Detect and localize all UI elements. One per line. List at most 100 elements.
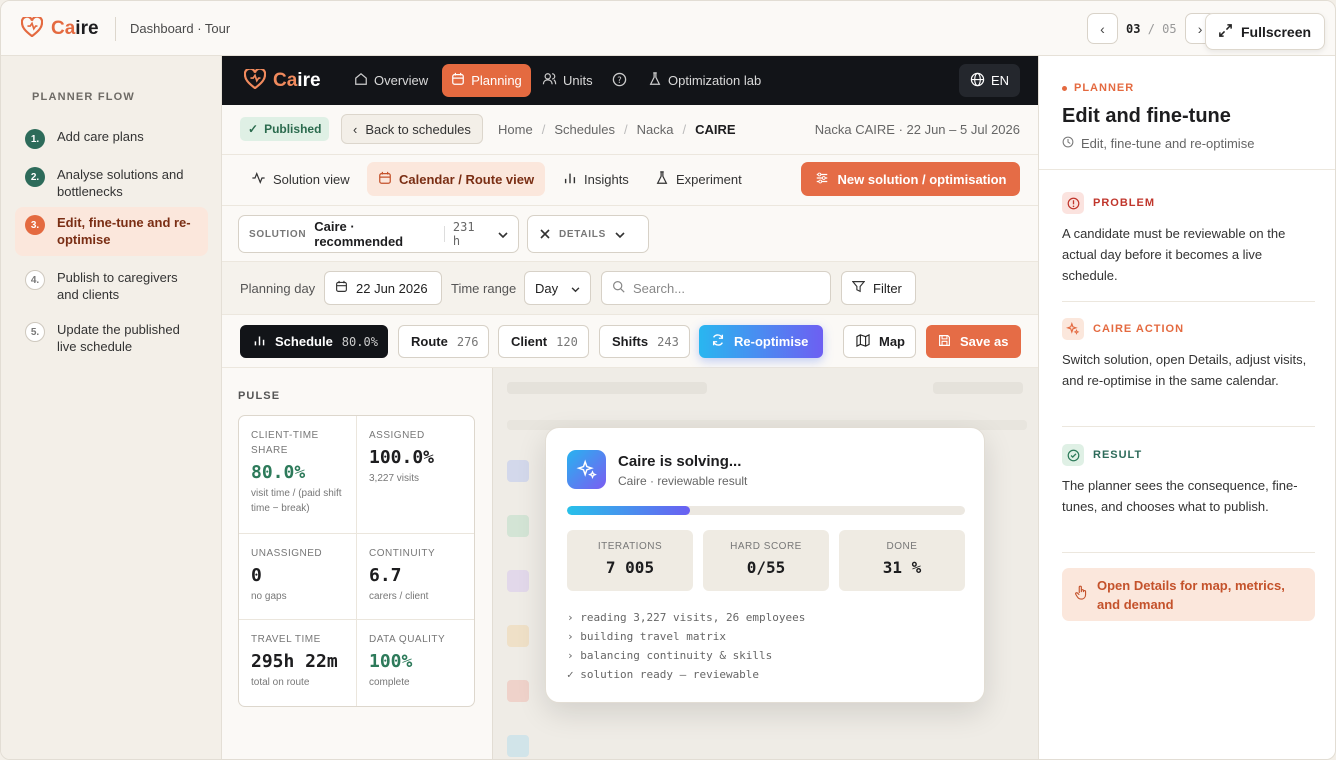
back-label: Back to schedules	[365, 121, 471, 137]
app-logo[interactable]: Caire	[243, 67, 321, 92]
stat-hard-score: HARD SCORE 0/55	[703, 530, 829, 591]
calendar-icon	[335, 280, 348, 296]
view-tabs: Solution view Calendar / Route view Insi…	[222, 155, 1038, 206]
client-button[interactable]: Client 120	[498, 325, 589, 358]
metric-label: ASSIGNED	[369, 430, 425, 441]
prev-step-button[interactable]: ‹	[1087, 13, 1118, 44]
open-details-cta[interactable]: Open Details for map, metrics, and deman…	[1062, 568, 1315, 621]
tour-pager: ‹ 03 / 05 ›	[1087, 13, 1216, 44]
stat-value: 0/55	[746, 558, 786, 577]
client-count: 120	[556, 334, 578, 349]
new-solution-button[interactable]: New solution / optimisation	[801, 162, 1020, 196]
tab-solution-view[interactable]: Solution view	[240, 162, 361, 196]
bar-chart-icon	[563, 171, 577, 188]
tab-insights[interactable]: Insights	[552, 162, 640, 196]
expand-icon	[1218, 23, 1233, 41]
map-button[interactable]: Map	[843, 325, 916, 358]
solve-progress-bar	[567, 506, 965, 515]
schedule-button[interactable]: Schedule 80.0%	[240, 325, 388, 358]
metric-client-time-share: CLIENT-TIME SHARE 80.0% visit time / (paid…	[239, 416, 357, 528]
log-line: › building travel matrix	[567, 630, 726, 643]
step-number: 1.	[25, 129, 45, 149]
step-label: Analyse solutions and bottlenecks	[57, 167, 184, 199]
schedule-date-range: Nacka CAIRE · 22 Jun – 5 Jul 2026	[814, 122, 1020, 137]
divider	[1062, 301, 1315, 302]
nav-optimization-lab[interactable]: Optimization lab	[640, 64, 769, 97]
details-toggle[interactable]: DETAILS	[527, 215, 649, 253]
blurred-row	[507, 382, 707, 394]
nav-units[interactable]: Units	[534, 64, 601, 97]
nav-overview[interactable]: Overview	[346, 64, 436, 97]
search-input[interactable]: Search...	[601, 271, 831, 305]
step-label: Publish to caregivers and clients	[57, 270, 178, 302]
panel-tag: PLANNER	[1062, 82, 1134, 94]
flow-step-3[interactable]: 3. Edit, fine-tune and re-optimise	[15, 207, 208, 256]
flow-title: PLANNER FLOW	[32, 91, 136, 103]
blurred-avatar	[507, 460, 529, 482]
solution-select[interactable]: SOLUTION Caire · recommended 231 h	[238, 215, 519, 253]
client-label: Client	[511, 334, 548, 349]
close-icon	[540, 227, 550, 242]
breadcrumb-home[interactable]: Home	[498, 122, 533, 137]
stat-done: DONE 31 %	[839, 530, 965, 591]
progress-fill	[567, 506, 691, 515]
log-line: › reading 3,227 visits, 26 employees	[567, 611, 806, 624]
tab-calendar-route-view[interactable]: Calendar / Route view	[367, 162, 546, 196]
blurred-avatar	[507, 570, 529, 592]
pulse-metrics: CLIENT-TIME SHARE 80.0% visit time / (paid…	[238, 415, 475, 707]
reoptimise-button[interactable]: Re-optimise	[699, 325, 823, 358]
language-label: EN	[990, 73, 1010, 88]
route-button[interactable]: Route 276	[398, 325, 489, 358]
flow-step-1[interactable]: 1. Add care plans	[15, 122, 208, 155]
shifts-button[interactable]: Shifts 243	[599, 325, 690, 358]
stat-iterations: ITERATIONS 7 005	[567, 530, 693, 591]
breadcrumb-bar: ✓ Published ‹ Back to schedules Home / Sche…	[222, 105, 1038, 155]
flow-step-5[interactable]: 5. Update the published live schedule	[15, 315, 208, 361]
save-label: Save as	[960, 334, 1009, 349]
breadcrumb-schedules[interactable]: Schedules	[554, 122, 615, 137]
help-button[interactable]: ?	[604, 64, 635, 97]
action-heading: CAIRE ACTION	[1093, 323, 1185, 335]
flow-step-2[interactable]: 2. Analyse solutions and bottlenecks	[15, 160, 208, 206]
save-as-button[interactable]: Save as	[926, 325, 1021, 358]
flow-step-4[interactable]: 4. Publish to caregivers and clients	[15, 263, 208, 309]
tour-header: Caire Dashboard · Tour ‹ 03 / 05 › Fulls…	[1, 1, 1335, 56]
blurred-avatar	[507, 625, 529, 647]
back-to-schedules-button[interactable]: ‹ Back to schedules	[341, 114, 483, 144]
metric-sub: complete	[369, 677, 410, 688]
planning-day-picker[interactable]: 22 Jun 2026	[324, 271, 442, 305]
flask-icon	[655, 170, 669, 188]
map-icon	[856, 333, 870, 350]
check-circle-icon	[1062, 444, 1084, 466]
solving-dialog: Caire is solving... Caire · reviewable r…	[545, 427, 985, 703]
language-switch[interactable]: EN	[959, 64, 1020, 97]
tour-info-panel: PLANNER Edit and fine-tune Edit, fine-tu…	[1038, 56, 1335, 759]
divider	[1062, 552, 1315, 553]
solver-log: › reading 3,227 visits, 26 employees › b…	[567, 608, 805, 684]
sparkles-icon	[1062, 318, 1084, 340]
planner-flow-sidebar: PLANNER FLOW 1. Add care plans 2. Analyse …	[1, 56, 222, 759]
nav-planning[interactable]: Planning	[442, 64, 531, 97]
time-range-select[interactable]: Day	[524, 271, 591, 305]
step-label: Update the published live schedule	[57, 322, 180, 354]
breadcrumb-nacka[interactable]: Nacka	[637, 122, 674, 137]
nav-label: Overview	[374, 73, 429, 88]
chevron-left-icon: ‹	[353, 121, 358, 137]
fullscreen-button[interactable]: Fullscreen	[1205, 13, 1325, 50]
stat-label: ITERATIONS	[597, 541, 663, 552]
problem-text: A candidate must be reviewable on the ac…	[1062, 226, 1286, 283]
metric-assigned: ASSIGNED 100.0% 3,227 visits	[357, 416, 474, 498]
users-icon	[542, 72, 557, 89]
planning-day-value: 22 Jun 2026	[356, 280, 428, 296]
metric-value: 6.7	[369, 565, 402, 586]
divider	[1062, 426, 1315, 427]
metric-sub: carers / client	[369, 591, 429, 602]
stat-value: 31 %	[882, 558, 922, 577]
divider	[443, 226, 445, 242]
search-icon	[612, 280, 625, 296]
blurred-avatar	[507, 735, 529, 757]
refresh-icon	[711, 333, 725, 350]
filter-button[interactable]: Filter	[841, 271, 916, 305]
tab-experiment[interactable]: Experiment	[644, 162, 753, 196]
brand-logo[interactable]: Caire	[20, 15, 99, 40]
